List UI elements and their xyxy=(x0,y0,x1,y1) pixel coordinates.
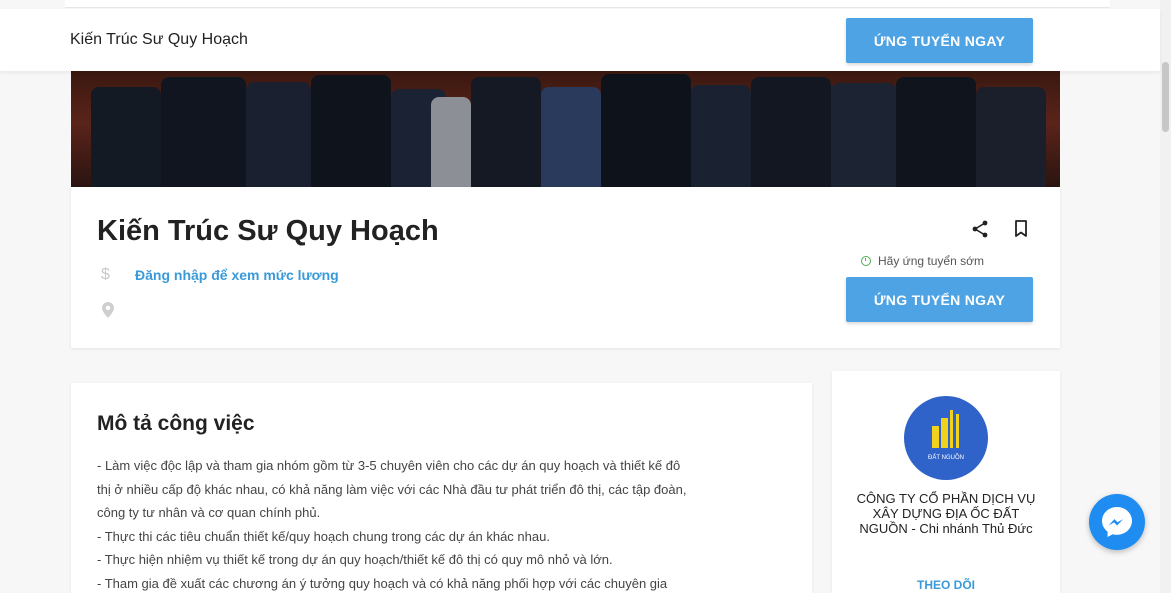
top-strip xyxy=(65,0,1110,8)
description-heading: Mô tả công việc xyxy=(97,412,255,435)
card-actions xyxy=(971,220,1028,238)
location-pin-icon xyxy=(102,302,114,318)
sticky-job-title: Kiến Trúc Sư Quy Hoạch xyxy=(70,31,248,48)
company-banner-image xyxy=(71,71,1060,187)
messenger-icon xyxy=(1102,507,1132,537)
description-line: thị ở nhiều cấp độ khác nhau, có khả năn… xyxy=(97,481,687,497)
apply-early-text: Hãy ứng tuyển sớm xyxy=(878,254,984,268)
description-line: - Thực thi các tiêu chuẩn thiết kế/quy h… xyxy=(97,528,550,544)
follow-company-button[interactable]: THEO DÕI xyxy=(832,578,1060,592)
messenger-chat-button[interactable] xyxy=(1089,494,1145,550)
job-summary-card: Kiến Trúc Sư Quy Hoạch $ Đăng nhập để xe… xyxy=(71,187,1060,348)
header-apply-button[interactable]: ỨNG TUYỂN NGAY xyxy=(846,18,1033,63)
company-logo-graphic: ĐẤT NGUỒN xyxy=(928,410,964,461)
description-line: - Tham gia đề xuất các chương án ý tưởng… xyxy=(97,575,668,591)
share-icon[interactable] xyxy=(971,220,989,238)
scrollbar-thumb[interactable] xyxy=(1162,62,1169,132)
clock-icon xyxy=(861,256,871,266)
dollar-icon: $ xyxy=(101,266,110,283)
company-name[interactable]: CÔNG TY CỔ PHẦN DỊCH VỤ XÂY DỰNG ĐỊA ỐC … xyxy=(852,491,1040,536)
job-description-card: Mô tả công việc - Làm việc độc lập và th… xyxy=(71,383,812,593)
apply-now-button[interactable]: ỨNG TUYỂN NGAY xyxy=(846,277,1033,322)
company-logo[interactable]: ĐẤT NGUỒN xyxy=(904,396,988,480)
page-scrollbar[interactable] xyxy=(1160,0,1171,593)
description-line: công ty tư nhân và cơ quan chính phủ. xyxy=(97,505,321,520)
job-title: Kiến Trúc Sư Quy Hoạch xyxy=(97,215,439,247)
salary-row: $ Đăng nhập để xem mức lương xyxy=(101,266,339,284)
company-card: ĐẤT NGUỒN CÔNG TY CỔ PHẦN DỊCH VỤ XÂY DỰ… xyxy=(832,371,1060,593)
login-to-view-salary-link[interactable]: Đăng nhập để xem mức lương xyxy=(135,267,339,283)
sticky-header: Kiến Trúc Sư Quy Hoạch ỨNG TUYỂN NGAY xyxy=(0,9,1160,71)
description-line: - Làm việc độc lập và tham gia nhóm gồm … xyxy=(97,458,681,473)
apply-early-note: Hãy ứng tuyển sớm xyxy=(861,254,984,268)
company-logo-text: ĐẤT NGUỒN xyxy=(928,454,964,461)
description-line: - Thực hiện nhiệm vụ thiết kế trong dự á… xyxy=(97,552,613,567)
job-detail-page: Kiến Trúc Sư Quy Hoạch ỨNG TUYỂN NGAY Ki… xyxy=(0,0,1171,593)
bookmark-icon[interactable] xyxy=(1014,220,1028,238)
description-text: - Làm việc độc lập và tham gia nhóm gồm … xyxy=(97,454,797,593)
